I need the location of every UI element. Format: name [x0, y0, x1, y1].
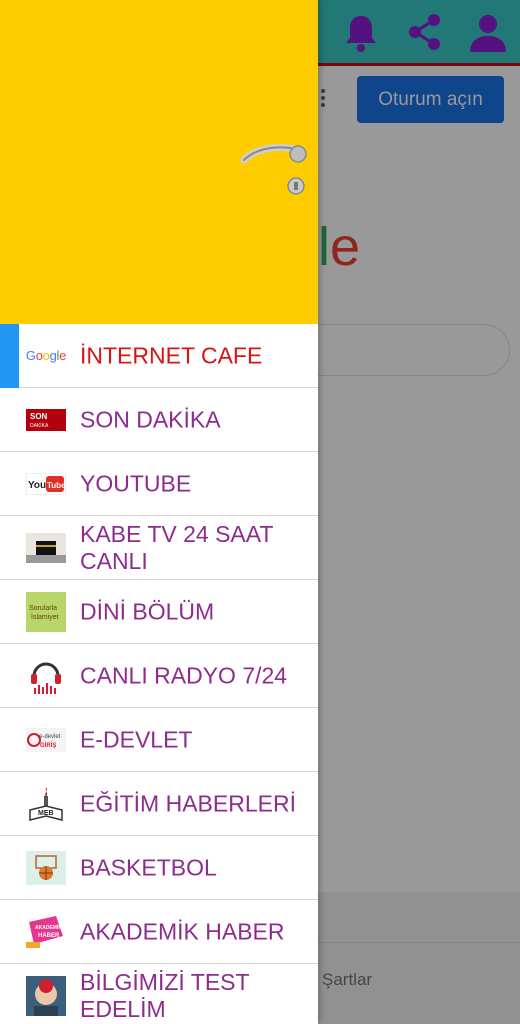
religion-text: Sorularla — [29, 605, 57, 612]
google-icon: Google — [26, 336, 66, 376]
quiz-icon — [26, 975, 66, 1016]
door-handle-icon — [240, 143, 307, 195]
meb-text: MEB — [38, 810, 54, 817]
menu-item-akademik-haber[interactable]: AKADEMİK HABER AKADEMİK HABER — [0, 900, 318, 964]
menu-item-label: BİLGİMİZİ TEST EDELİM — [80, 968, 250, 1022]
meb-icon: MEB — [26, 784, 66, 824]
google-letter: o — [42, 348, 50, 363]
menu-item-label: YOUTUBE — [80, 470, 192, 496]
menu-item-canli-radyo[interactable]: CANLI RADYO 7/24 — [0, 644, 318, 708]
youtube-icon: You Tube — [26, 464, 66, 504]
menu-item-bilgimizi-test-edelim[interactable]: BİLGİMİZİ TEST EDELİM — [0, 964, 318, 1024]
e-devlet-text: e-devlet — [39, 734, 61, 740]
e-devlet-text: GİRİŞ — [40, 742, 56, 749]
menu-item-e-devlet[interactable]: e-devlet GİRİŞ E-DEVLET — [0, 708, 318, 772]
youtube-text: Tube — [47, 481, 66, 490]
religion-icon: Sorularla İslamiyet — [26, 591, 66, 632]
son-dakika-text: DAKİKA — [30, 422, 49, 429]
google-letter: o — [35, 348, 43, 363]
menu-item-label: E-DEVLET — [80, 726, 193, 752]
son-dakika-icon: SON DAKİKA — [26, 400, 66, 440]
google-letter: G — [25, 348, 36, 363]
kaaba-icon — [26, 528, 66, 568]
menu-item-dini-bolum[interactable]: Sorularla İslamiyet DİNİ BÖLÜM — [0, 580, 318, 644]
menu-item-egitim-haberleri[interactable]: MEB EĞİTİM HABERLERİ — [0, 772, 318, 836]
navigation-drawer: Google İNTERNET CAFE SON DAKİKA SON DAKİ… — [0, 0, 318, 1024]
basketball-icon — [26, 848, 66, 888]
akademik-text: HABER — [38, 933, 60, 939]
google-letter: e — [59, 348, 67, 363]
religion-text: İslamiyet — [31, 612, 59, 621]
son-dakika-text: SON — [30, 412, 48, 421]
menu-item-label: EĞİTİM HABERLERİ — [80, 790, 296, 816]
menu-item-label: SON DAKİKA — [80, 406, 221, 432]
menu-item-son-dakika[interactable]: SON DAKİKA SON DAKİKA — [0, 388, 318, 452]
youtube-text: You — [28, 480, 46, 491]
google-letter: g — [49, 348, 57, 363]
akademik-text: AKADEMİK — [35, 924, 62, 931]
drawer-header — [0, 0, 318, 324]
menu-item-label: İNTERNET CAFE — [80, 342, 263, 368]
menu-item-label: DİNİ BÖLÜM — [80, 598, 215, 624]
menu-item-youtube[interactable]: You Tube YOUTUBE — [0, 452, 318, 516]
menu-item-basketbol[interactable]: BASKETBOL — [0, 836, 318, 900]
headphones-icon — [26, 656, 66, 696]
menu-item-internet-cafe[interactable]: Google İNTERNET CAFE — [0, 324, 318, 388]
menu-item-label: BASKETBOL — [80, 854, 217, 880]
drawer-menu: Google İNTERNET CAFE SON DAKİKA SON DAKİ… — [0, 324, 318, 1024]
menu-item-label: CANLI RADYO 7/24 — [80, 662, 288, 688]
menu-item-label: AKADEMİK HABER — [80, 918, 285, 944]
e-devlet-icon: e-devlet GİRİŞ — [26, 720, 66, 760]
akademik-haber-icon: AKADEMİK HABER — [26, 912, 66, 952]
menu-item-kabe-tv[interactable]: KABE TV 24 SAAT CANLI — [0, 516, 318, 580]
menu-item-label: KABE TV 24 SAAT CANLI — [80, 520, 274, 574]
